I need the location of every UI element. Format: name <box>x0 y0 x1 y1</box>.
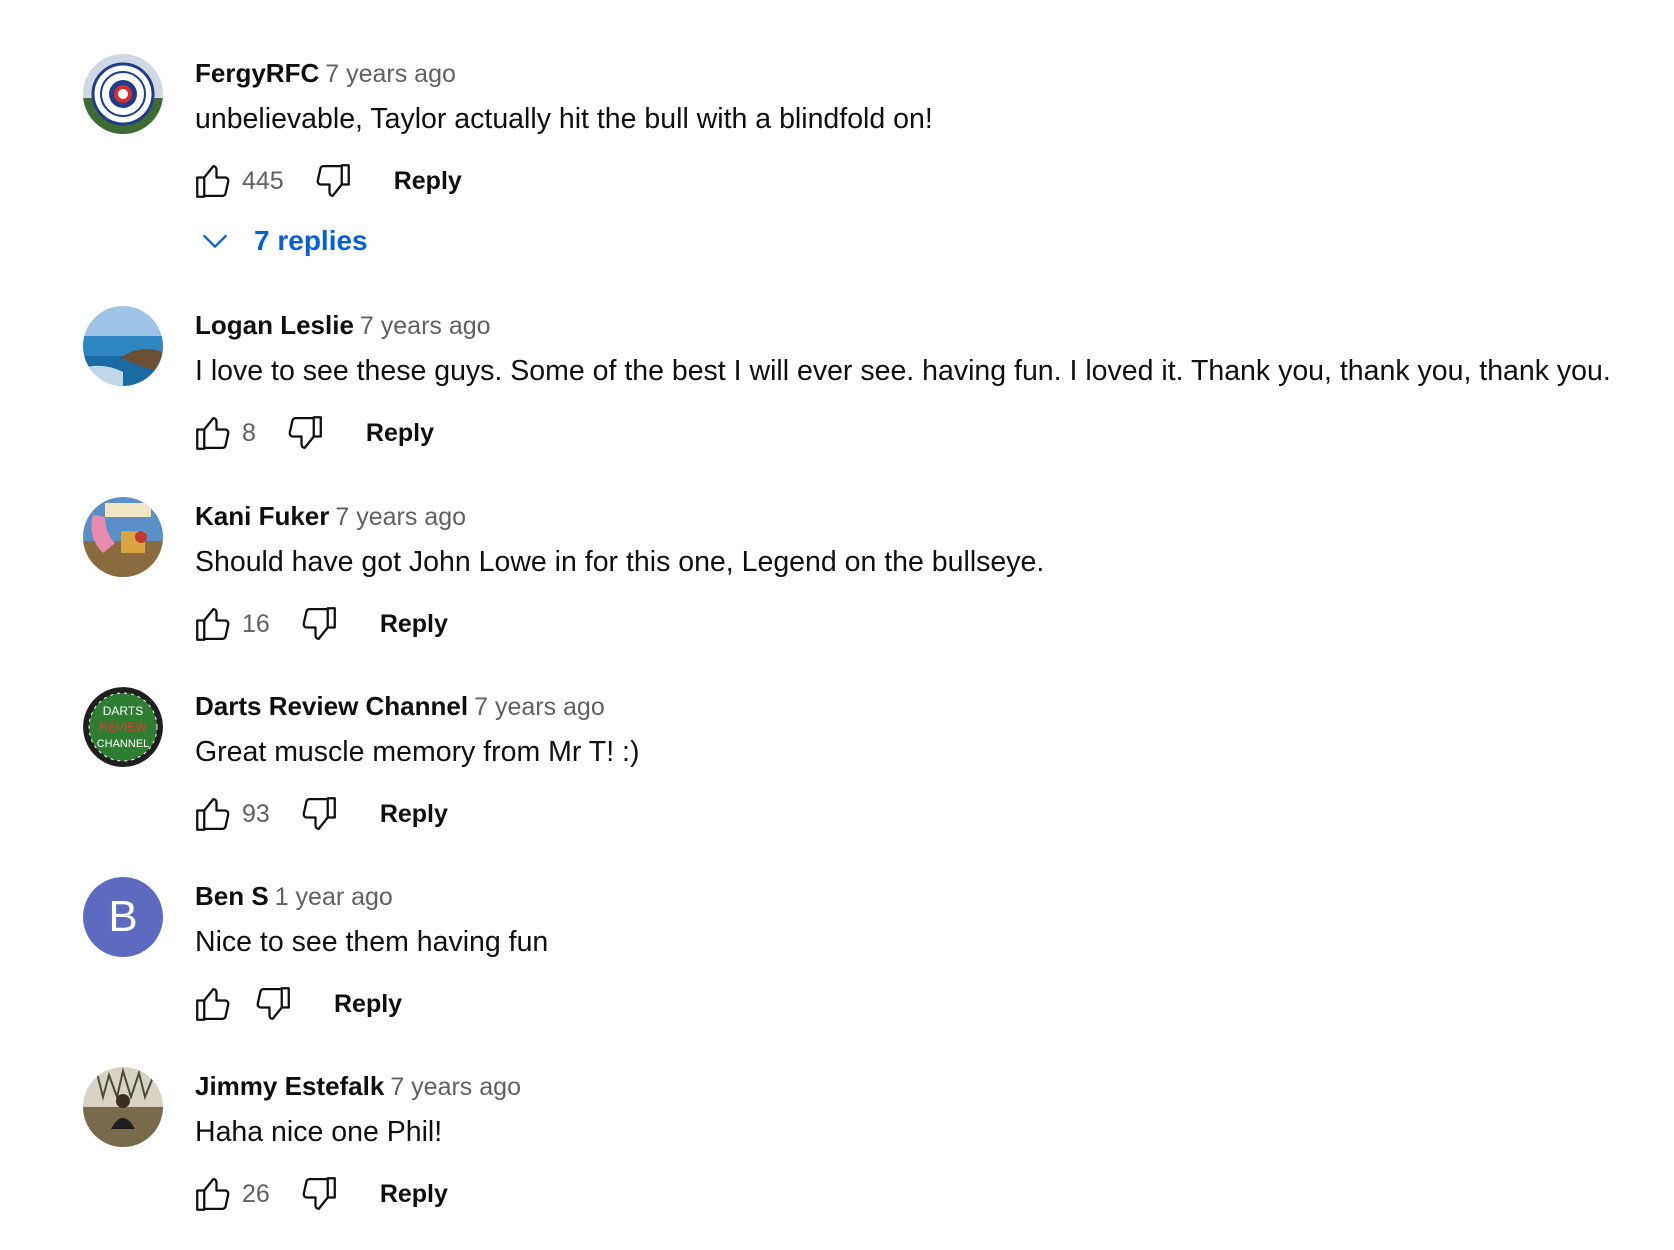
thumbs-down-icon <box>256 987 290 1021</box>
reply-button[interactable]: Reply <box>394 167 462 196</box>
avatar[interactable] <box>83 497 163 577</box>
reply-button[interactable]: Reply <box>380 800 448 829</box>
comment-actions: 93 Reply <box>190 791 448 837</box>
avatar[interactable] <box>83 306 163 386</box>
comment-timestamp[interactable]: 7 years ago <box>325 60 456 88</box>
like-button[interactable] <box>190 410 236 456</box>
dislike-button[interactable] <box>282 410 328 456</box>
thumbs-up-icon <box>196 987 230 1021</box>
thumbs-down-icon <box>302 1177 336 1211</box>
like-button[interactable] <box>190 1171 236 1217</box>
like-count: 93 <box>242 799 270 828</box>
comment-author[interactable]: Jimmy Estefalk <box>195 1071 384 1101</box>
avatar[interactable] <box>83 1067 163 1147</box>
comment-text: Haha nice one Phil! <box>195 1116 443 1148</box>
comment-timestamp[interactable]: 1 year ago <box>275 883 393 911</box>
avatar[interactable]: DARTS REVIEW CHANNEL <box>83 687 163 767</box>
comment-author[interactable]: Ben S <box>195 881 269 911</box>
thumbs-up-icon <box>196 1177 230 1211</box>
comment-text: unbelievable, Taylor actually hit the bu… <box>195 103 933 135</box>
reply-button[interactable]: Reply <box>334 990 402 1019</box>
comment-actions: Reply <box>190 981 402 1027</box>
thumbs-up-icon <box>196 607 230 641</box>
comment-actions: 16 Reply <box>190 601 448 647</box>
like-count: 16 <box>242 609 270 638</box>
comment-actions: 26 Reply <box>190 1171 448 1217</box>
chevron-down-icon <box>202 234 228 249</box>
like-button[interactable] <box>190 601 236 647</box>
avatar[interactable] <box>83 54 163 134</box>
thumbs-down-icon <box>288 416 322 450</box>
dislike-button[interactable] <box>310 158 356 204</box>
like-count: 8 <box>242 418 256 447</box>
comment-timestamp[interactable]: 7 years ago <box>335 503 466 531</box>
comment-timestamp[interactable]: 7 years ago <box>390 1073 521 1101</box>
avatar[interactable]: B <box>83 877 163 957</box>
comment-author[interactable]: Darts Review Channel <box>195 691 468 721</box>
comment-text: Nice to see them having fun <box>195 926 549 958</box>
avatar-text-line: REVIEW <box>99 720 147 734</box>
comment-author[interactable]: Kani Fuker <box>195 501 329 531</box>
reply-button[interactable]: Reply <box>380 610 448 639</box>
dislike-button[interactable] <box>296 791 342 837</box>
comment-author[interactable]: FergyRFC <box>195 58 319 88</box>
comment-author[interactable]: Logan Leslie <box>195 310 354 340</box>
like-count: 445 <box>242 166 284 195</box>
comments-list: FergyRFC 7 years ago unbelievable, Taylor… <box>0 0 1674 1250</box>
thumbs-down-icon <box>302 797 336 831</box>
comment-text: I love to see these guys. Some of the be… <box>195 355 1611 387</box>
like-button[interactable] <box>190 158 236 204</box>
replies-count-label: 7 replies <box>254 225 368 256</box>
comment-text: Should have got John Lowe in for this on… <box>195 546 1045 578</box>
thumbs-down-icon <box>302 607 336 641</box>
comment-actions: 8 Reply <box>190 410 434 456</box>
comment-actions: 445 Reply <box>190 158 462 204</box>
view-replies-button[interactable]: 7 replies <box>198 224 368 258</box>
comment-timestamp[interactable]: 7 years ago <box>360 312 491 340</box>
comment-text: Great muscle memory from Mr T! :) <box>195 736 640 768</box>
like-button[interactable] <box>190 791 236 837</box>
like-button[interactable] <box>190 981 236 1027</box>
thumbs-up-icon <box>196 797 230 831</box>
reply-button[interactable]: Reply <box>380 1180 448 1209</box>
dislike-button[interactable] <box>250 981 296 1027</box>
thumbs-down-icon <box>316 164 350 198</box>
avatar-text-line: CHANNEL <box>97 738 150 750</box>
dislike-button[interactable] <box>296 1171 342 1217</box>
avatar-text-line: DARTS <box>103 704 143 718</box>
like-count: 26 <box>242 1179 270 1208</box>
reply-button[interactable]: Reply <box>366 419 434 448</box>
comment-timestamp[interactable]: 7 years ago <box>474 693 605 721</box>
dislike-button[interactable] <box>296 601 342 647</box>
thumbs-up-icon <box>196 164 230 198</box>
thumbs-up-icon <box>196 416 230 450</box>
